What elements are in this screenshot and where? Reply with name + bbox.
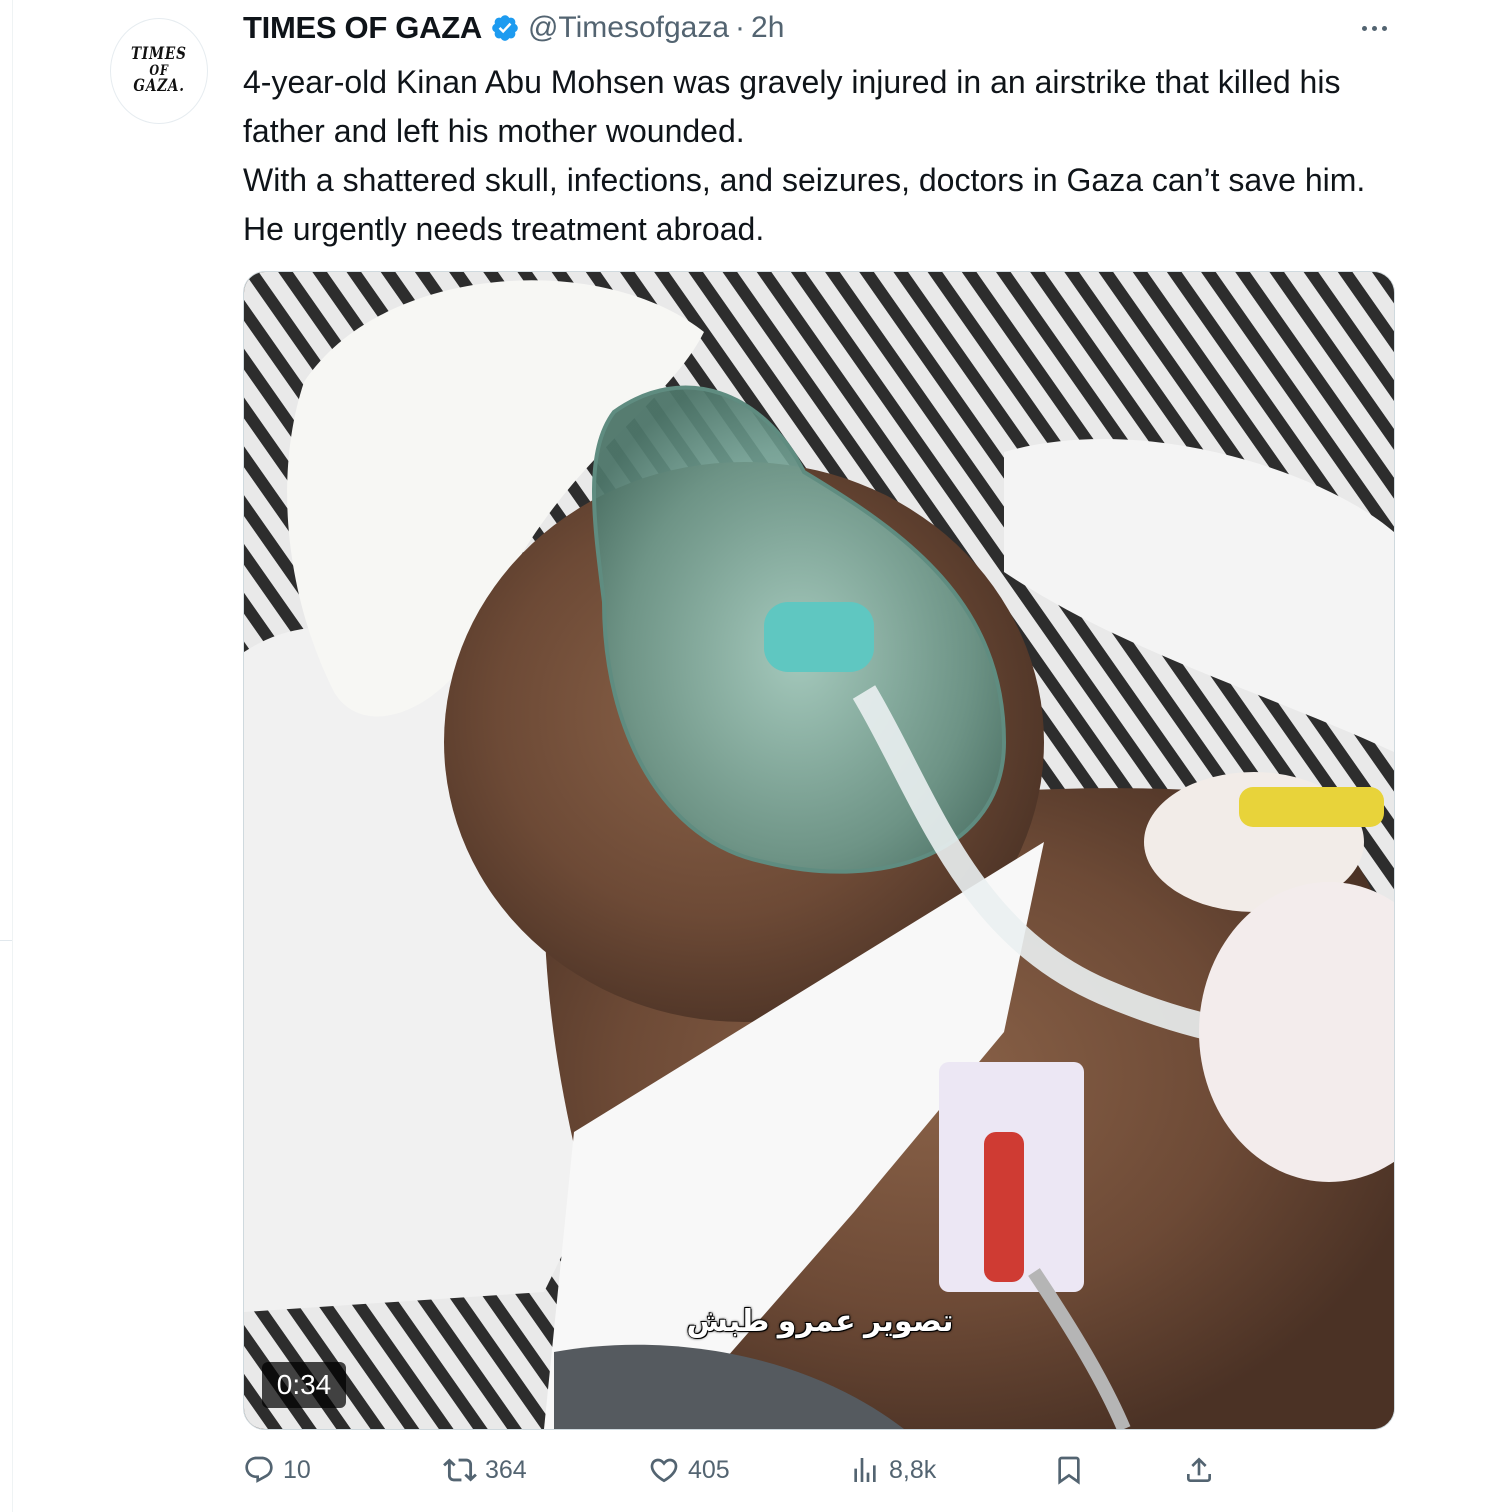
reply-icon xyxy=(243,1454,275,1486)
tweet-card: TIMES OF GAZA. TIMES OF GAZA @Timesofgaz… xyxy=(0,0,1490,1512)
tweet-header: TIMES OF GAZA @Timesofgaza · 2h xyxy=(243,8,784,48)
reply-count: 10 xyxy=(283,1455,311,1484)
like-count: 405 xyxy=(688,1455,730,1484)
timeline-tick xyxy=(0,940,12,941)
tweet-timestamp[interactable]: 2h xyxy=(751,11,784,45)
avatar-logo-text-line-3: GAZA. xyxy=(133,76,185,97)
author-handle[interactable]: @Timesofgaza xyxy=(528,11,729,45)
bookmark-button[interactable] xyxy=(1053,1446,1085,1494)
tweet-text-paragraph-2: With a shattered skull, infections, and … xyxy=(243,162,1366,247)
video-caption-overlay: تصوير عمرو طبش xyxy=(686,1304,954,1338)
more-dot xyxy=(1381,25,1387,31)
views-button[interactable]: 8,8k xyxy=(849,1446,936,1494)
more-dot xyxy=(1371,25,1377,31)
header-separator: · xyxy=(735,11,746,44)
more-dot xyxy=(1361,25,1367,31)
share-button[interactable] xyxy=(1183,1446,1215,1494)
repost-count: 364 xyxy=(485,1455,527,1484)
tweet-text-paragraph-1: 4-year-old Kinan Abu Mohsen was gravely … xyxy=(243,64,1341,149)
video-thumbnail[interactable] xyxy=(243,271,1395,1430)
reply-button[interactable]: 10 xyxy=(243,1446,311,1494)
views-count: 8,8k xyxy=(889,1455,937,1484)
tweet-action-bar: 10 364 405 8,8k xyxy=(243,1446,1393,1494)
like-button[interactable]: 405 xyxy=(648,1446,730,1494)
video-thumbnail-image xyxy=(244,272,1394,1429)
author-avatar[interactable]: TIMES OF GAZA. xyxy=(110,18,208,124)
avatar-logo-text-line-1: TIMES xyxy=(131,43,187,64)
more-icon[interactable] xyxy=(1352,14,1396,42)
timeline-divider xyxy=(12,0,13,1512)
bookmark-icon xyxy=(1053,1454,1085,1486)
repost-icon xyxy=(443,1453,477,1487)
share-icon xyxy=(1183,1454,1215,1486)
author-name[interactable]: TIMES OF GAZA xyxy=(243,10,482,46)
video-duration-badge: 0:34 xyxy=(262,1362,346,1408)
tweet-text: 4-year-old Kinan Abu Mohsen was gravely … xyxy=(243,58,1393,254)
verified-badge-icon[interactable] xyxy=(490,13,520,43)
heart-icon xyxy=(648,1454,680,1486)
views-icon xyxy=(849,1454,881,1486)
repost-button[interactable]: 364 xyxy=(443,1446,527,1494)
